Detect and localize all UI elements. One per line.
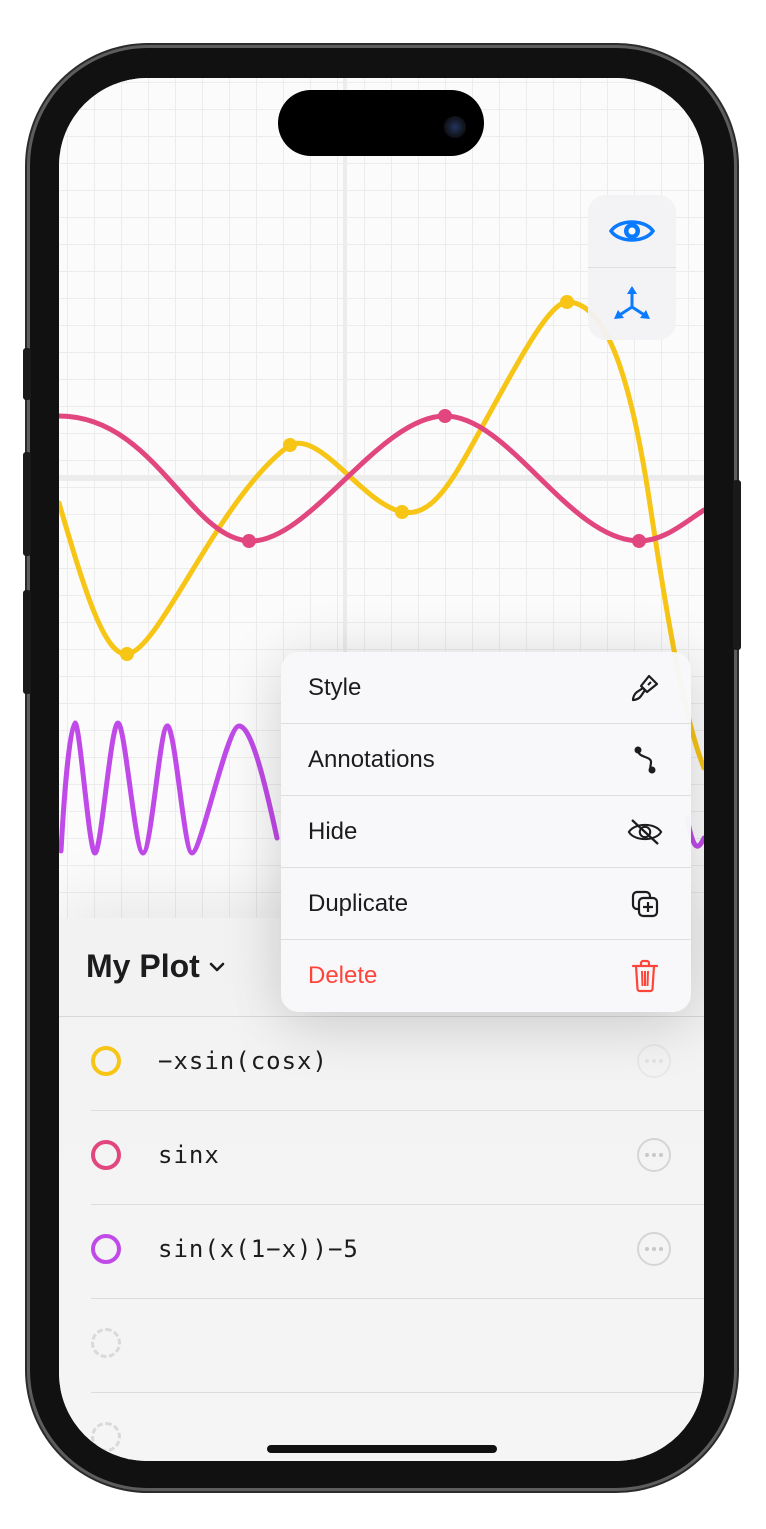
menu-item-label: Hide (308, 818, 358, 845)
axes-3d-icon (614, 286, 650, 319)
point-pink-min-2[interactable] (632, 534, 646, 548)
plot-title-menu[interactable]: My Plot (86, 948, 226, 985)
app-screen: My Plot −xsin(cosx) sinx sin(x(1−x))−5 S… (59, 78, 704, 1461)
empty-function-row[interactable] (91, 1299, 704, 1393)
front-camera (444, 116, 466, 138)
menu-item-label: Duplicate (308, 890, 409, 917)
menu-item-label: Annotations (308, 746, 435, 773)
more-options-button[interactable] (637, 1232, 671, 1266)
volume-down-button (23, 590, 31, 694)
function-row[interactable]: sinx (91, 1111, 704, 1205)
power-button (733, 480, 741, 650)
action-button (23, 348, 31, 400)
menu-item-hide[interactable]: Hide (281, 796, 691, 868)
function-row[interactable]: −xsin(cosx) (91, 1017, 704, 1111)
toggle-visibility-button[interactable] (588, 195, 676, 267)
menu-item-annotations[interactable]: Annotations (281, 724, 691, 796)
function-color-circle[interactable] (91, 1234, 121, 1264)
trash-icon (627, 958, 663, 994)
paintbrush-icon (627, 670, 663, 706)
point-pink-max[interactable] (438, 409, 452, 423)
duplicate-plus-icon (627, 886, 663, 922)
more-options-button[interactable] (637, 1044, 671, 1078)
point-pink-min-1[interactable] (242, 534, 256, 548)
function-row[interactable]: sin(x(1−x))−5 (91, 1205, 704, 1299)
point-yellow-max-2[interactable] (560, 295, 574, 309)
function-expression[interactable]: −xsin(cosx) (158, 1047, 328, 1075)
point-yellow-min-2[interactable] (395, 505, 409, 519)
function-color-circle[interactable] (91, 1140, 121, 1170)
function-color-circle[interactable] (91, 1046, 121, 1076)
chevron-down-icon (209, 962, 225, 971)
curve-sin-x-1-x-minus-5[interactable] (59, 720, 280, 856)
graph-tool-panel (588, 195, 676, 340)
menu-item-label: Style (308, 674, 362, 701)
menu-item-delete[interactable]: Delete (281, 940, 691, 1012)
point-yellow-max-1[interactable] (283, 438, 297, 452)
eye-slash-icon (627, 814, 663, 850)
empty-function-circle (91, 1328, 121, 1358)
annotation-path-icon (627, 742, 663, 778)
curve-sinx[interactable] (59, 413, 704, 544)
home-indicator[interactable] (267, 1445, 497, 1453)
point-yellow-min[interactable] (120, 647, 134, 661)
function-expression[interactable]: sin(x(1−x))−5 (158, 1235, 359, 1263)
volume-up-button (23, 452, 31, 556)
menu-item-style[interactable]: Style (281, 652, 691, 724)
eye-icon (609, 220, 655, 242)
more-options-button[interactable] (637, 1138, 671, 1172)
function-context-menu: Style Annotations Hide Duplicate Delete (281, 652, 691, 1012)
axes-mode-button[interactable] (588, 268, 676, 340)
plot-title: My Plot (86, 948, 200, 984)
empty-function-circle (91, 1422, 121, 1452)
menu-item-label: Delete (308, 962, 378, 989)
function-expression[interactable]: sinx (158, 1141, 220, 1169)
menu-item-duplicate[interactable]: Duplicate (281, 868, 691, 940)
